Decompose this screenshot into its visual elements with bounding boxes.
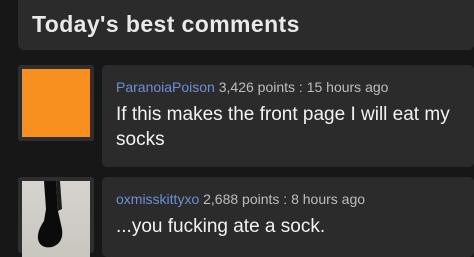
comment-points: 2,688 points : 8 hours ago [203, 191, 366, 207]
comment-body: If this makes the front page I will eat … [116, 104, 450, 150]
comment-item: oxmisskittyxo 2,688 points : 8 hours ago… [18, 177, 474, 257]
comment-meta: ParanoiaPoison 3,426 points : 15 hours a… [116, 79, 388, 95]
section-header: Today's best comments [18, 0, 474, 50]
comment-body: ...you fucking ate a sock. [116, 216, 326, 237]
comment-username[interactable]: ParanoiaPoison [116, 79, 215, 95]
comment-bubble: oxmisskittyxo 2,688 points : 8 hours ago… [102, 177, 474, 257]
section-title: Today's best comments [32, 11, 300, 37]
comment-points: 3,426 points : 15 hours ago [218, 79, 389, 95]
comment-meta: oxmisskittyxo 2,688 points : 8 hours ago [116, 191, 365, 207]
avatar[interactable] [18, 177, 94, 257]
comment-item: ParanoiaPoison 3,426 points : 15 hours a… [18, 65, 474, 167]
sock-photo-avatar-icon [22, 181, 90, 257]
comment-bubble: ParanoiaPoison 3,426 points : 15 hours a… [102, 65, 474, 167]
avatar[interactable] [18, 65, 94, 141]
comment-username[interactable]: oxmisskittyxo [116, 191, 199, 207]
orange-square-avatar-icon [22, 69, 90, 137]
